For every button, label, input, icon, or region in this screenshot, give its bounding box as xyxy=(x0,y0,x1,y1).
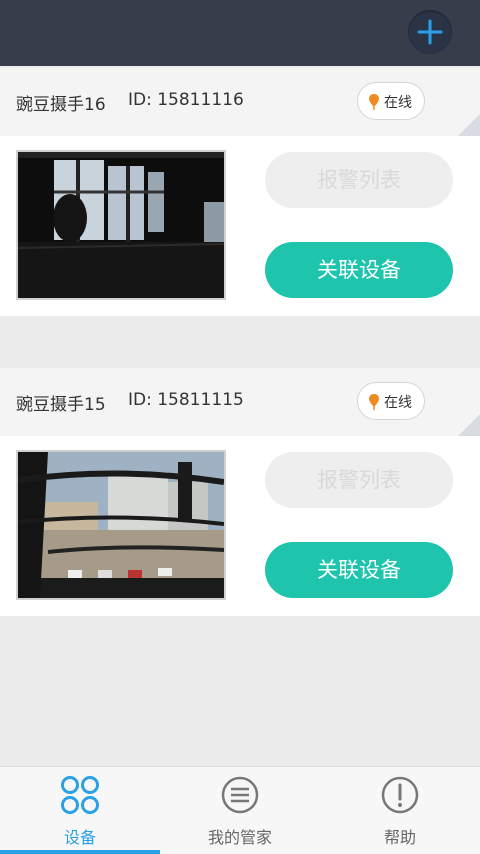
alarm-list-button[interactable]: 报警列表 xyxy=(265,452,453,508)
corner-fold xyxy=(458,414,480,436)
tab-label: 帮助 xyxy=(383,828,416,847)
indoor-window-view xyxy=(18,152,224,298)
device-card-body: 报警列表 关联设备 xyxy=(0,136,480,316)
link-device-button[interactable]: 关联设备 xyxy=(265,242,453,298)
outdoor-parking-view xyxy=(18,452,224,598)
alarm-list-button[interactable]: 报警列表 xyxy=(265,152,453,208)
tab-help[interactable]: 帮助 xyxy=(320,767,480,854)
plus-icon xyxy=(417,19,443,45)
exclamation-icon xyxy=(381,776,419,814)
location-pin-icon xyxy=(369,94,379,110)
tab-my-butler[interactable]: 我的管家 xyxy=(160,767,320,854)
device-card: 豌豆摄手16 ID: 15811116 在线 报警列表 关联设备 xyxy=(0,68,480,316)
device-id: ID: 15811115 xyxy=(128,390,244,410)
device-id: ID: 15811116 xyxy=(128,90,244,110)
status-badge: 在线 xyxy=(357,82,425,120)
device-card-header[interactable]: 豌豆摄手15 ID: 15811115 在线 xyxy=(0,368,480,436)
device-card-body: 报警列表 关联设备 xyxy=(0,436,480,616)
link-device-button[interactable]: 关联设备 xyxy=(265,542,453,598)
top-bar xyxy=(0,0,480,66)
location-pin-icon xyxy=(369,394,379,410)
device-name: 豌豆摄手15 xyxy=(16,395,106,415)
bottom-navigation: 设备 我的管家 帮助 xyxy=(0,766,480,854)
device-card: 豌豆摄手15 ID: 15811115 在线 报警列表 关联设备 xyxy=(0,368,480,616)
device-grid-icon xyxy=(61,776,99,814)
tab-devices[interactable]: 设备 xyxy=(0,767,160,854)
camera-snapshot[interactable] xyxy=(16,450,226,600)
device-name: 豌豆摄手16 xyxy=(16,95,106,115)
status-badge: 在线 xyxy=(357,382,425,420)
status-text: 在线 xyxy=(384,395,412,411)
add-device-button[interactable] xyxy=(408,10,452,54)
active-tab-indicator xyxy=(0,850,160,854)
tab-label: 设备 xyxy=(63,828,96,847)
camera-snapshot[interactable] xyxy=(16,150,226,300)
tab-label: 我的管家 xyxy=(207,828,272,847)
status-text: 在线 xyxy=(384,95,412,111)
menu-lines-icon xyxy=(221,776,259,814)
device-card-header[interactable]: 豌豆摄手16 ID: 15811116 在线 xyxy=(0,68,480,136)
corner-fold xyxy=(458,114,480,136)
